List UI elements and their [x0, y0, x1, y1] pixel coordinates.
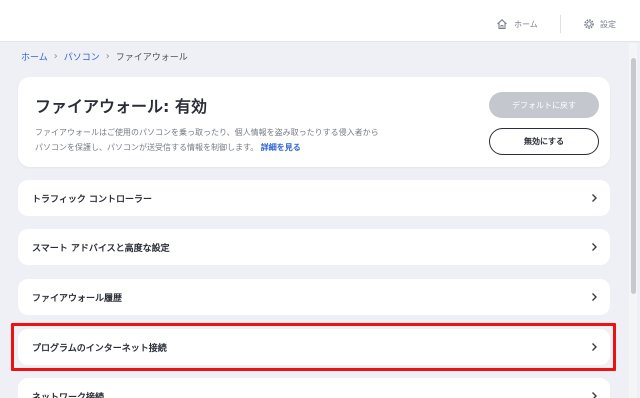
- gear-icon: [584, 19, 594, 29]
- topbar-divider: [560, 15, 561, 33]
- list-item-label: ファイアウォール履歴: [32, 293, 123, 304]
- breadcrumb-current: ファイアウォール: [115, 52, 188, 63]
- chevron-right-icon: [592, 392, 597, 398]
- description-line-1: ファイアウォールはご使用のパソコンを乗っ取ったり、個人情報を盗み取ったりする侵入…: [35, 128, 379, 137]
- page-title: ファイアウォール: 有効: [35, 97, 207, 116]
- description-text: パソコンを保護し、パソコンが送受信する情報を制御します。: [35, 143, 259, 152]
- chevron-right-icon: [592, 243, 597, 251]
- list-item-program-connections[interactable]: プログラムのインターネット接続: [18, 329, 610, 365]
- list-item-label: トラフィック コントローラー: [32, 194, 152, 205]
- home-nav-button[interactable]: ホーム: [496, 16, 538, 32]
- firewall-status-card: ファイアウォール: 有効 ファイアウォールはご使用のパソコンを乗っ取ったり、個人…: [18, 77, 610, 167]
- list-item-smart-advice[interactable]: スマート アドバイスと高度な設定: [18, 229, 610, 265]
- breadcrumb-separator: ›: [105, 50, 110, 62]
- top-bar: ホーム 設定: [0, 0, 640, 42]
- list-item-label: ネットワーク接続: [32, 392, 105, 398]
- list-item-firewall-history[interactable]: ファイアウォール履歴: [18, 279, 610, 315]
- details-link[interactable]: 詳細を見る: [261, 143, 301, 152]
- description-line-2: パソコンを保護し、パソコンが送受信する情報を制御します。 詳細を見る: [35, 140, 475, 155]
- settings-nav-button[interactable]: 設定: [583, 16, 616, 32]
- chevron-right-icon: [592, 293, 597, 301]
- breadcrumb-separator: ›: [53, 50, 58, 62]
- breadcrumb-home[interactable]: ホーム: [21, 50, 48, 63]
- list-item-label: プログラムのインターネット接続: [32, 343, 167, 354]
- restore-default-button[interactable]: デフォルトに戻す: [489, 92, 599, 118]
- list-item-network-connections[interactable]: ネットワーク接続: [18, 378, 610, 398]
- chevron-right-icon: [592, 343, 597, 351]
- breadcrumb: ホーム › パソコン › ファイアウォール: [21, 49, 188, 63]
- settings-nav-label: 設定: [600, 19, 616, 29]
- disable-firewall-button[interactable]: 無効にする: [489, 128, 599, 155]
- breadcrumb-pc[interactable]: パソコン: [64, 50, 100, 63]
- home-icon: [497, 19, 507, 30]
- list-item-traffic-controller[interactable]: トラフィック コントローラー: [18, 180, 610, 216]
- chevron-right-icon: [592, 194, 597, 202]
- firewall-description: ファイアウォールはご使用のパソコンを乗っ取ったり、個人情報を盗み取ったりする侵入…: [35, 125, 475, 155]
- scrollbar-thumb[interactable]: [631, 58, 636, 294]
- list-item-label: スマート アドバイスと高度な設定: [32, 243, 170, 254]
- home-nav-label: ホーム: [514, 19, 538, 29]
